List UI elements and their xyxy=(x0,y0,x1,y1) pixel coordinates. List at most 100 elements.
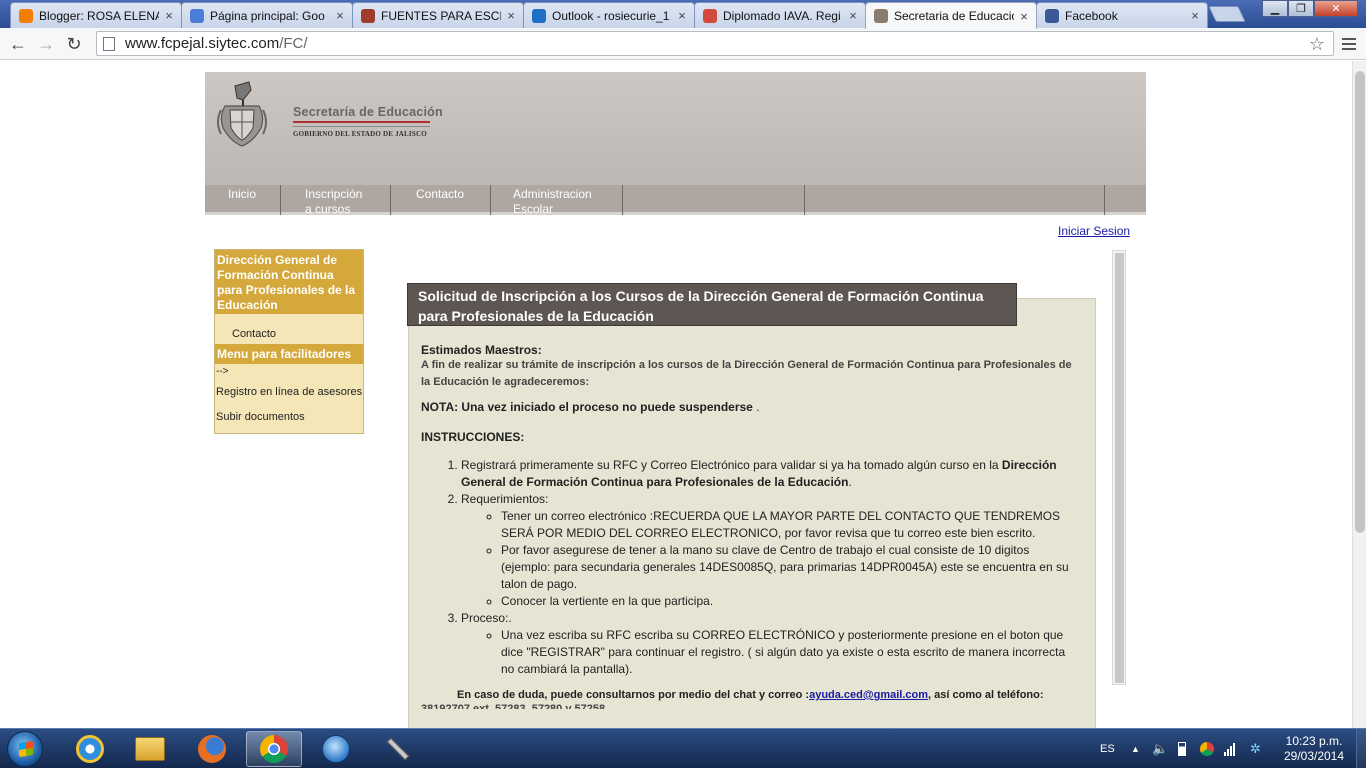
tab-close-icon[interactable]: × xyxy=(505,8,517,23)
nav-label: Inicio xyxy=(228,187,257,201)
process-item: Una vez escriba su RFC escriba su CORREO… xyxy=(501,627,1081,678)
facebook-icon xyxy=(1045,8,1059,23)
page-scrollbar-thumb[interactable] xyxy=(1355,71,1365,533)
support-email-link[interactable]: ayuda.ced@gmail.com xyxy=(809,689,928,701)
instructions-list: Registrará primeramente su RFC y Correo … xyxy=(421,457,1081,678)
clock-date: 29/03/2014 xyxy=(1283,749,1345,763)
site-header: Secretaría de Educación GOBIERNO DEL EST… xyxy=(205,72,1146,185)
chrome-menu-icon[interactable] xyxy=(1340,34,1358,54)
tab-label: Facebook xyxy=(1065,8,1118,23)
brand-subtitle: GOBIERNO DEL ESTADO DE JALISCO xyxy=(293,130,427,138)
maximize-button[interactable]: ❐ xyxy=(1288,0,1314,17)
chrome-icon[interactable] xyxy=(246,731,302,767)
browser-tab[interactable]: Facebook × xyxy=(1036,2,1208,28)
tab-close-icon[interactable]: × xyxy=(334,8,346,23)
nav-item-inscripcion[interactable]: Inscripción a cursos xyxy=(281,185,391,216)
browser-tab[interactable]: Página principal: Goo × xyxy=(181,2,353,28)
sidebar-arrow: --> xyxy=(216,366,229,377)
sidebar-item-subir[interactable]: Subir documentos xyxy=(215,411,363,431)
tab-close-icon[interactable]: × xyxy=(1189,8,1201,23)
sidebar-menu-heading: Menu para facilitadores xyxy=(215,344,363,364)
nav-empty-slot xyxy=(623,185,805,215)
show-desktop-button[interactable] xyxy=(1356,729,1366,768)
tab-close-icon[interactable]: × xyxy=(847,8,859,23)
browser-tab[interactable]: Blogger: ROSA ELENA × xyxy=(10,2,182,28)
network-icon[interactable] xyxy=(1224,729,1235,768)
nota-end: . xyxy=(752,400,760,414)
tab-label: Secretaria de Educacio xyxy=(894,9,1014,23)
url-domain: www.fcpejal.siytec.com xyxy=(125,35,280,52)
tab-label: FUENTES PARA ESCRI xyxy=(381,8,501,23)
bookmark-star-icon[interactable]: ☆ xyxy=(1309,34,1325,55)
gmail-icon xyxy=(703,8,717,23)
process-list: Una vez escriba su RFC escriba su CORREO… xyxy=(461,627,1081,678)
step-2: Requerimientos: Tener un correo electrón… xyxy=(461,491,1081,610)
tab-close-icon[interactable]: × xyxy=(163,8,175,23)
contact-note-text: En caso de duda, puede consultarnos por … xyxy=(457,689,810,701)
url-path: /FC/ xyxy=(279,35,308,52)
tool-icon[interactable] xyxy=(370,731,426,767)
main-nav: Inicio Inscripción a cursos Contacto Adm… xyxy=(205,185,1146,216)
brand-block: Secretaría de Educación GOBIERNO DEL EST… xyxy=(293,105,443,138)
browser-tab[interactable]: FUENTES PARA ESCRI × xyxy=(352,2,524,28)
start-button[interactable] xyxy=(7,731,43,767)
tab-label: Outlook - rosiecurie_1 xyxy=(552,8,670,23)
nav-item-administracion[interactable]: Administracion Escolar xyxy=(491,185,623,216)
tab-label: Blogger: ROSA ELENA xyxy=(39,8,159,23)
step-3-text: Proceso:. xyxy=(461,611,512,625)
battery-icon[interactable] xyxy=(1178,729,1186,768)
nav-label: Inscripción xyxy=(305,187,363,201)
sidebar-heading: Dirección General de Formación Continua … xyxy=(215,250,363,314)
browser-tab[interactable]: Outlook - rosiecurie_1 × xyxy=(523,2,695,28)
tab-close-icon[interactable]: × xyxy=(676,8,688,23)
nav-item-contacto[interactable]: Contacto xyxy=(391,185,491,215)
address-bar[interactable]: www.fcpejal.siytec.com/FC/ ☆ xyxy=(96,31,1334,56)
page-scrollbar[interactable] xyxy=(1352,61,1366,728)
page-icon xyxy=(103,36,115,51)
explorer-icon[interactable] xyxy=(122,731,178,767)
new-tab-button[interactable] xyxy=(1208,6,1246,22)
windows-taskbar: ES ▲ 🔈 ✲ 10:23 p.m. 29/03/2014 xyxy=(0,728,1366,768)
browser-toolbar: ← → ↻ www.fcpejal.siytec.com/FC/ ☆ xyxy=(0,28,1366,60)
nota-text: NOTA: Una vez iniciado el proceso no pue… xyxy=(421,400,1081,414)
sidebar-item-contacto[interactable]: Contacto xyxy=(215,314,363,344)
forward-arrow-icon[interactable]: → xyxy=(34,32,58,56)
step-1: Registrará primeramente su RFC y Correo … xyxy=(461,457,1081,491)
sync-icon[interactable]: ✲ xyxy=(1250,729,1261,768)
close-window-button[interactable]: ✕ xyxy=(1314,0,1358,17)
content-title: Solicitud de Inscripción a los Cursos de… xyxy=(407,283,1017,326)
step-3: Proceso:. Una vez escriba su RFC escriba… xyxy=(461,610,1081,678)
browser-tab[interactable]: Secretaria de Educacio × xyxy=(865,2,1037,29)
firefox-icon[interactable] xyxy=(184,731,240,767)
fuentes-icon xyxy=(361,8,375,23)
ie-icon[interactable] xyxy=(62,731,118,767)
nav-empty-slot xyxy=(805,185,1105,215)
tray-expand-icon[interactable]: ▲ xyxy=(1131,729,1140,768)
step-2-text: Requerimientos: xyxy=(461,492,549,506)
requirement-item: Tener un correo electrónico :RECUERDA QU… xyxy=(501,508,1081,542)
language-indicator[interactable]: ES xyxy=(1100,729,1115,768)
login-link[interactable]: Iniciar Sesion xyxy=(1058,224,1130,238)
reload-icon[interactable]: ↻ xyxy=(62,32,86,56)
chrome-tray-icon[interactable] xyxy=(1200,729,1214,768)
system-clock[interactable]: 10:23 p.m. 29/03/2014 xyxy=(1274,734,1354,764)
blogger-icon xyxy=(19,8,33,23)
minimize-button[interactable]: ▁ xyxy=(1262,0,1288,17)
intro-text: A fin de realizar su trámite de inscripc… xyxy=(421,359,1072,388)
sidebar-item-registro[interactable]: Registro en línea de asesores xyxy=(215,386,363,411)
tab-label: Diplomado IAVA. Regi xyxy=(723,8,841,23)
browser-tab[interactable]: Diplomado IAVA. Regi × xyxy=(694,2,866,28)
content-scrollbar[interactable] xyxy=(1112,250,1126,685)
requirements-list: Tener un correo electrónico :RECUERDA QU… xyxy=(461,508,1081,610)
nav-item-inicio[interactable]: Inicio xyxy=(205,185,281,215)
google-icon xyxy=(190,8,204,23)
content-scrollbar-thumb[interactable] xyxy=(1115,253,1124,683)
tab-close-icon[interactable]: × xyxy=(1018,9,1030,24)
back-arrow-icon[interactable]: ← xyxy=(6,32,30,56)
volume-icon[interactable]: 🔈 xyxy=(1152,729,1168,768)
nav-label-line2: Escolar xyxy=(513,202,554,216)
brand-title: Secretaría de Educación xyxy=(293,105,443,119)
itunes-icon[interactable] xyxy=(308,731,364,767)
nav-label: Administracion xyxy=(513,187,592,201)
jalisco-crest-icon xyxy=(217,81,267,147)
